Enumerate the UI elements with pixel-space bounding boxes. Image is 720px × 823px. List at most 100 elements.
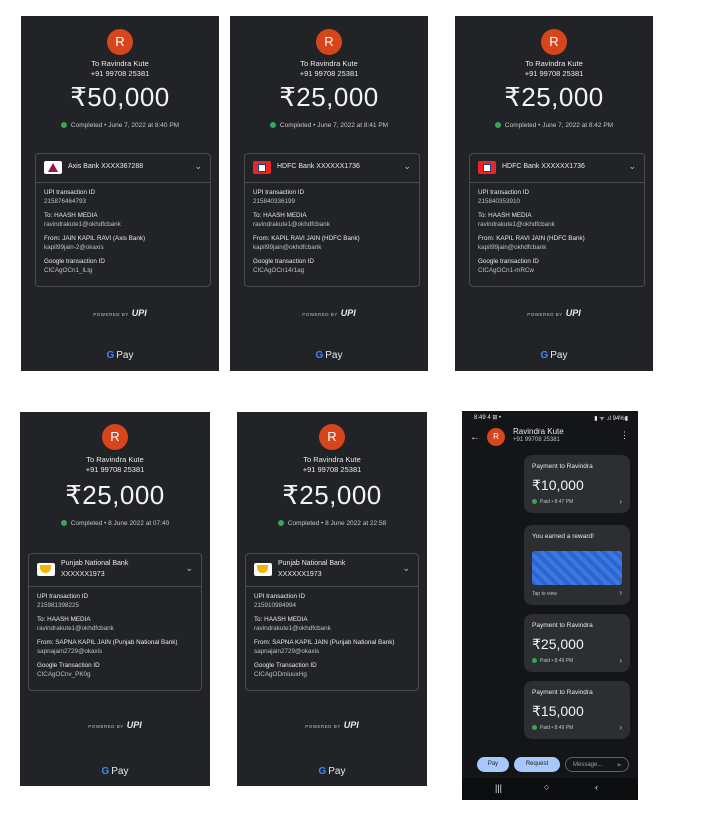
row-value: 215840353910 [478,198,521,205]
avatar: R [102,424,128,450]
avatar: R [316,29,342,55]
reward-bubble[interactable]: You earned a reward! Tap to view › [524,525,630,605]
battery-icon: ▮ ᯤ .ıl 94%▮ [594,416,628,422]
payment-title: Payment to Ravindra [532,463,593,470]
chevron-down-icon[interactable]: ⌄ [402,563,410,574]
recipient-phone: +91 99708 25381 [524,69,584,78]
chevron-right-icon: › [619,656,622,665]
row-value: 215840336199 [253,198,296,205]
request-button[interactable]: Request [514,757,560,772]
recipient-phone: +91 99708 25381 [302,465,362,474]
transaction-card: HDFC Bank XXXXXX1736 ⌄ UPI transaction I… [244,153,420,287]
hdfc-bank-logo-icon [478,161,496,174]
row-label: Google transaction ID [44,258,105,265]
row-value: kapil99jain-2@okaxis [44,244,104,251]
row-label: From: SAPNA KAPIL JAIN (Punjab National … [254,639,395,646]
row-label: To: HAASH MEDIA [478,212,532,219]
pay-button[interactable]: Pay [477,757,509,772]
payment-bubble[interactable]: Payment to Ravindra ₹15,000 Paid • 8:49 … [524,681,630,739]
recipient-phone: +91 99708 25381 [90,69,150,78]
bank-row[interactable]: HDFC Bank XXXXXX1736 ⌄ [245,154,419,183]
recipient-name: To Ravindra Kute [525,59,583,68]
chat-header: ← R Ravindra Kute +91 99708 25381 ⋮ [462,423,638,455]
recipient-phone: +91 99708 25381 [299,69,359,78]
android-nav-bar: ||| ○ ‹ [462,778,638,800]
back-icon[interactable]: ‹ [595,782,598,792]
chevron-right-icon: › [619,723,622,732]
row-value: sapnajain2729@okaxis [254,648,320,655]
tap-to-view: Tap to view [532,591,558,597]
chevron-down-icon[interactable]: ⌄ [185,563,193,574]
contact-name: Ravindra Kute [513,427,564,436]
bank-row[interactable]: HDFC Bank XXXXXX1736 ⌄ [470,154,644,183]
avatar[interactable]: R [487,428,505,446]
bank-row[interactable]: Punjab National Bank XXXXXX1973 ⌄ [29,554,201,587]
amount: ₹25,000 [282,480,382,510]
status-time: 8:49 4 ⊞ • [474,415,502,421]
row-label: UPI transaction ID [478,189,530,196]
recipient-name: To Ravindra Kute [303,455,361,464]
avatar: R [107,29,133,55]
row-value: kapil99jain@okhdfcbank [253,244,322,251]
scratch-card[interactable] [532,551,622,585]
bank-name: Axis Bank XXXX367288 [68,163,144,170]
bank-row[interactable]: Axis Bank XXXX367288 ⌄ [36,154,210,183]
chevron-down-icon[interactable]: ⌄ [403,161,411,172]
row-value: 215981398225 [37,602,80,609]
check-circle-icon [277,520,284,526]
transaction-card: Axis Bank XXXX367288 ⌄ UPI transaction I… [35,153,211,287]
status: Completed • June 7, 2022 at 8:41 PM [230,122,428,129]
status: Completed • June 7, 2022 at 8:42 PM [455,122,653,129]
chevron-down-icon[interactable]: ⌄ [194,161,202,172]
gpay-logo: G Pay [106,350,134,361]
bank-name: Punjab National Bank XXXXXX1973 [278,560,346,578]
payment-bubble[interactable]: Payment to Ravindra ₹10,000 Paid • 8:47 … [524,455,630,513]
recipient-phone: +91 99708 25381 [85,465,145,474]
row-label: From: SAPNA KAPIL JAIN (Punjab National … [37,639,178,646]
chevron-down-icon[interactable]: ⌄ [628,161,636,172]
avatar: R [541,29,567,55]
payment-bubble[interactable]: Payment to Ravindra ₹25,000 Paid • 8:49 … [524,614,630,672]
receipt-3: R To Ravindra Kute +91 99708 25381 ₹25,0… [455,16,653,371]
row-value: kapil99jain@okhdfcbank [478,244,547,251]
more-vert-icon[interactable]: ⋮ [620,430,629,441]
row-value: ravindrakute1@okhdfcbank [253,221,330,228]
row-value: CICAgOCnv_PK0g [37,671,91,678]
row-value: CICAgOCn1-mRCw [478,267,534,274]
row-label: UPI transaction ID [254,593,306,600]
bank-row[interactable]: Punjab National Bank XXXXXX1973 ⌄ [246,554,418,587]
row-label: Google transaction ID [253,258,314,265]
row-label: To: HAASH MEDIA [254,616,308,623]
check-circle-icon [532,725,537,730]
send-icon[interactable]: ➢ [616,758,622,773]
status-bar: 8:49 4 ⊞ • ▮ ᯤ .ıl 94%▮ [462,411,638,423]
row-value: 215910984994 [254,602,297,609]
payment-amount: ₹25,000 [532,636,584,652]
amount: ₹25,000 [279,82,379,112]
receipt-1: R To Ravindra Kute +91 99708 25381 ₹50,0… [21,16,219,371]
back-arrow-icon[interactable]: ← [470,432,480,443]
check-circle-icon [532,658,537,663]
bank-name: HDFC Bank XXXXXX1736 [277,163,360,170]
status: Completed • June 7, 2022 at 8:40 PM [21,122,219,129]
recents-icon[interactable]: ||| [495,783,502,793]
row-label: Google Transaction ID [37,662,100,669]
paid-status: Paid • 8:47 PM [532,499,573,505]
gpay-logo: G Pay [315,350,343,361]
row-value: ravindrakute1@okhdfcbank [478,221,555,228]
row-value: CICAgODmiuuxHg [254,671,307,678]
chevron-right-icon: › [619,497,622,506]
payment-amount: ₹15,000 [532,703,584,719]
paid-status: Paid • 8:49 PM [532,725,573,731]
hdfc-bank-logo-icon [253,161,271,174]
recipient-name: To Ravindra Kute [300,59,358,68]
check-circle-icon [532,499,537,504]
row-label: Google transaction ID [478,258,539,265]
home-icon[interactable]: ○ [544,782,549,792]
recipient-name: To Ravindra Kute [91,59,149,68]
paid-status: Paid • 8:49 PM [532,658,573,664]
upi-logo: POWERED BY UPI [302,308,356,318]
payment-title: Payment to Ravindra [532,689,593,696]
row-value: sapnajain2729@okaxis [37,648,103,655]
message-input[interactable]: Message... ➢ [565,757,629,772]
